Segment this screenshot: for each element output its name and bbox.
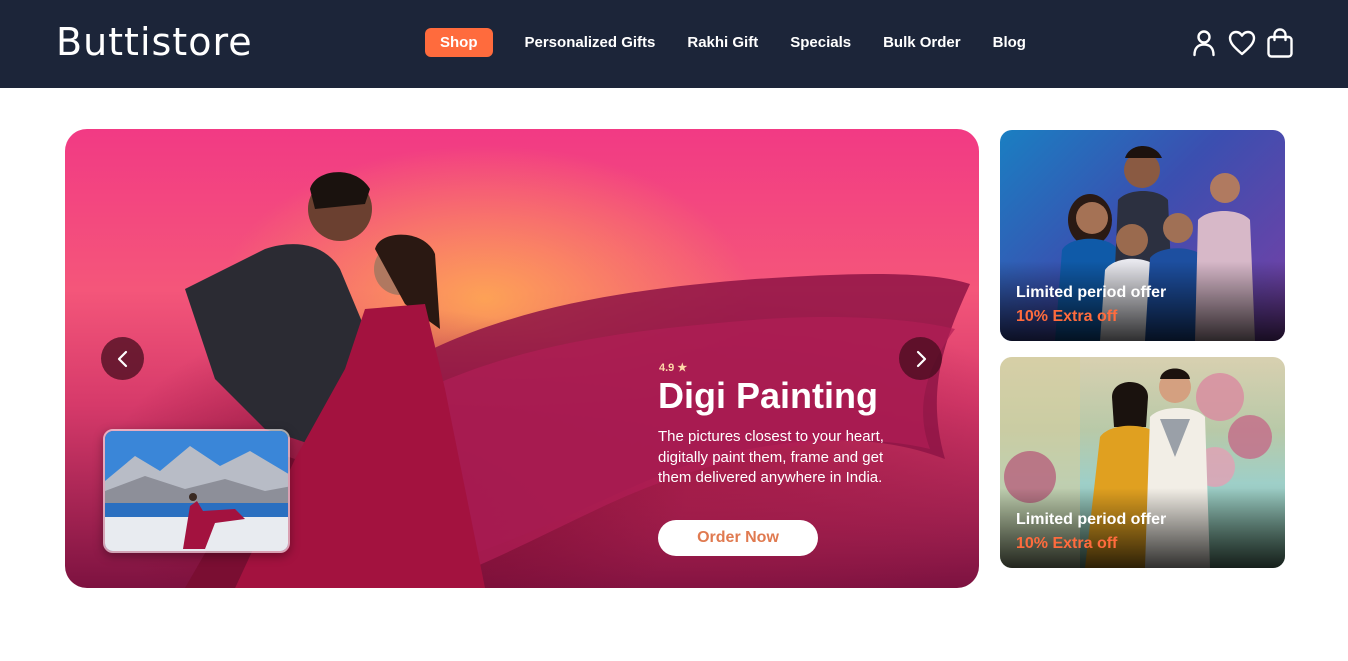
nav-item-specials[interactable]: Specials: [790, 34, 851, 51]
card-offer: 10% Extra off: [1016, 308, 1118, 325]
hero-rating: 4.9 ★: [659, 362, 688, 374]
brand-logo[interactable]: Buttistore: [56, 20, 253, 64]
nav-item-personalized-gifts[interactable]: Personalized Gifts: [525, 34, 656, 51]
nav-item-rakhi-gift[interactable]: Rakhi Gift: [687, 34, 758, 51]
card-title: Limited period offer: [1016, 511, 1167, 528]
promo-card-family[interactable]: Limited period offer 10% Extra off: [1000, 130, 1285, 341]
hero-title: Digi Painting: [658, 375, 878, 416]
user-icon[interactable]: [1190, 28, 1218, 58]
nav-item-bulk-order[interactable]: Bulk Order: [883, 34, 961, 51]
chevron-right-icon: [916, 350, 926, 367]
nav-item-shop[interactable]: Shop: [425, 27, 493, 57]
chevron-left-icon: [117, 350, 127, 367]
nav-item-blog[interactable]: Blog: [993, 34, 1026, 51]
hero-reference-photo: [103, 429, 290, 553]
carousel-prev-button[interactable]: [101, 337, 144, 380]
main-nav: Shop Personalized Gifts Rakhi Gift Speci…: [425, 27, 1058, 57]
order-now-button[interactable]: Order Now: [658, 520, 818, 556]
hero-description: The pictures closest to your heart, digi…: [658, 428, 884, 486]
carousel-next-button[interactable]: [899, 337, 942, 380]
header-actions: [1180, 28, 1294, 58]
hero-banner[interactable]: 4.9 ★ Digi Painting The pictures closest…: [65, 129, 979, 588]
bag-icon[interactable]: [1266, 28, 1294, 58]
promo-card-caricature[interactable]: Limited period offer 10% Extra off: [1000, 357, 1285, 568]
heart-icon[interactable]: [1228, 28, 1256, 58]
card-title: Limited period offer: [1016, 284, 1167, 301]
card-offer: 10% Extra off: [1016, 535, 1118, 552]
site-header: Buttistore Shop Personalized Gifts Rakhi…: [0, 0, 1348, 88]
